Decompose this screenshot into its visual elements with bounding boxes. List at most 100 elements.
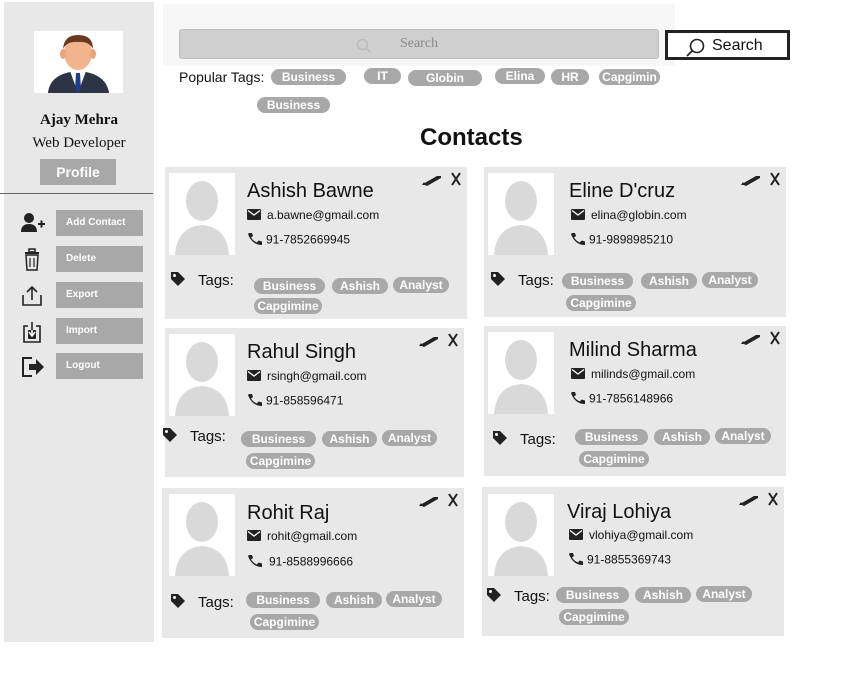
import-button[interactable]: Import	[56, 318, 143, 344]
phone-icon	[570, 232, 586, 249]
tags-label-text: Tags:	[198, 593, 234, 611]
edit-icon[interactable]	[418, 494, 440, 512]
menu-item-import[interactable]: Import	[16, 318, 146, 344]
menu-item-delete[interactable]: Delete	[16, 246, 146, 272]
contact-tag[interactable]: Capgimine	[579, 451, 649, 467]
search-input[interactable]: Search	[179, 29, 659, 59]
contact-phone: 91-7856148966	[570, 391, 673, 408]
contact-tag[interactable]: Business	[254, 278, 325, 294]
contact-tag[interactable]: Business	[246, 592, 320, 608]
contact-phone-text: 91-8588996666	[269, 554, 354, 569]
contact-tag[interactable]: Capgimine	[254, 298, 322, 314]
edit-icon[interactable]	[418, 334, 440, 352]
tags-label: Tags:	[490, 271, 554, 291]
contact-tag[interactable]: Business	[562, 273, 633, 289]
contact-tag[interactable]: Ashish	[641, 273, 697, 289]
contact-tag[interactable]: Analyst	[696, 586, 752, 602]
contact-photo	[169, 173, 235, 255]
email-icon	[571, 367, 585, 382]
contact-email: vlohiya@gmail.com	[569, 528, 693, 543]
contact-card: Ashish Bawne a.bawne@gmail.com 91-785266…	[165, 167, 467, 319]
contact-email: milinds@gmail.com	[571, 367, 695, 382]
contact-tag[interactable]: Ashish	[332, 278, 388, 294]
contact-phone-text: 91-7856148966	[589, 391, 674, 406]
edit-icon[interactable]	[421, 173, 443, 191]
contact-card: Milind Sharma milinds@gmail.com 91-78561…	[484, 326, 786, 476]
contact-tag[interactable]: Business	[241, 431, 316, 447]
tags-label: Tags:	[170, 593, 234, 613]
contact-tag[interactable]: Analyst	[386, 591, 442, 607]
contact-tag[interactable]: Capgimine	[250, 614, 319, 630]
contact-tag[interactable]: Analyst	[715, 428, 771, 444]
search-placeholder-icon	[356, 37, 372, 65]
contact-tag[interactable]: Analyst	[382, 430, 437, 446]
tags-label-text: Tags:	[198, 271, 234, 289]
contact-email-text: milinds@gmail.com	[591, 367, 696, 381]
search-button[interactable]: Search	[665, 30, 790, 60]
popular-tag[interactable]: Globin	[408, 70, 482, 86]
export-icon	[20, 284, 44, 306]
user-avatar	[34, 31, 123, 93]
popular-tag[interactable]: Business	[271, 69, 346, 85]
close-icon[interactable]	[448, 493, 458, 512]
close-icon[interactable]	[768, 492, 778, 511]
profile-button[interactable]: Profile	[40, 159, 116, 185]
contact-photo	[169, 494, 235, 576]
contact-photo	[488, 173, 554, 255]
contact-tag[interactable]: Business	[556, 587, 629, 603]
contact-tag[interactable]: Ashish	[322, 431, 377, 447]
close-icon[interactable]	[451, 172, 461, 191]
popular-tag[interactable]: Business	[257, 97, 330, 113]
tags-label-text: Tags:	[520, 430, 556, 448]
trash-icon	[20, 248, 44, 271]
contact-name: Milind Sharma	[569, 339, 697, 361]
phone-icon	[568, 552, 584, 569]
contact-tag[interactable]: Capgimine	[566, 295, 636, 311]
contact-name: Rahul Singh	[247, 341, 356, 363]
email-icon	[247, 208, 261, 223]
contact-photo	[169, 334, 235, 416]
contact-tag[interactable]: Capgimine	[246, 453, 315, 469]
contact-phone: 91-858596471	[247, 393, 343, 410]
popular-tag[interactable]: Elina	[495, 68, 545, 84]
menu-item-logout[interactable]: Logout	[16, 353, 146, 379]
tag-icon	[170, 271, 188, 291]
popular-tag[interactable]: Capgimin	[599, 69, 660, 85]
contact-tag[interactable]: Analyst	[393, 277, 449, 293]
tag-icon	[486, 587, 504, 607]
tags-label-text: Tags:	[190, 427, 226, 445]
contact-tag[interactable]: Ashish	[654, 429, 710, 445]
contact-tag[interactable]: Analyst	[702, 272, 758, 288]
contact-tag[interactable]: Ashish	[635, 587, 691, 603]
search-icon	[686, 38, 706, 63]
logout-button[interactable]: Logout	[56, 353, 143, 379]
contact-name: Ashish Bawne	[247, 180, 374, 202]
menu-item-export[interactable]: Export	[16, 282, 146, 308]
sidebar: Ajay Mehra Web Developer Profile Add Con…	[0, 2, 154, 642]
export-button[interactable]: Export	[56, 282, 143, 308]
contact-email-text: vlohiya@gmail.com	[589, 528, 694, 542]
menu-item-add-contact[interactable]: Add Contact	[16, 210, 146, 236]
edit-icon[interactable]	[740, 173, 762, 191]
close-icon[interactable]	[448, 333, 458, 352]
popular-tag[interactable]: IT	[364, 68, 401, 84]
contact-tag[interactable]: Capgimine	[559, 609, 629, 625]
contact-tag[interactable]: Business	[575, 429, 648, 445]
contact-email: a.bawne@gmail.com	[247, 208, 379, 223]
edit-icon[interactable]	[738, 493, 760, 511]
contacts-title: Contacts	[420, 124, 523, 151]
popular-tag[interactable]: HR	[551, 69, 589, 85]
search-button-label: Search	[712, 37, 763, 54]
tags-label-text: Tags:	[518, 271, 554, 289]
close-icon[interactable]	[770, 172, 780, 191]
logout-icon	[20, 355, 44, 377]
user-name: Ajay Mehra	[40, 112, 118, 128]
close-icon[interactable]	[770, 331, 780, 350]
contact-phone-text: 91-8855369743	[587, 552, 672, 567]
contact-phone-text: 91-7852669945	[266, 232, 351, 247]
tag-icon	[162, 427, 180, 447]
contact-tag[interactable]: Ashish	[326, 592, 382, 608]
edit-icon[interactable]	[740, 332, 762, 350]
add-contact-button[interactable]: Add Contact	[56, 210, 143, 236]
delete-button[interactable]: Delete	[56, 246, 143, 272]
